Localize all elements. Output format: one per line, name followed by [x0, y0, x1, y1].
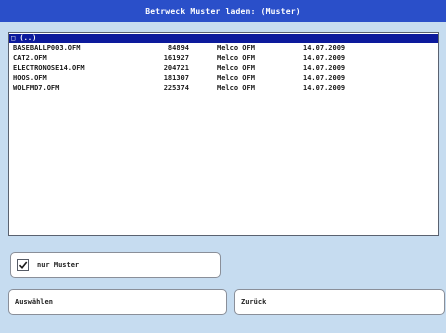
file-type: Melco OFM — [217, 64, 255, 72]
list-item[interactable]: CAT2.OFM 161927 Melco OFM 14.07.2009 — [9, 53, 438, 63]
file-name: ELECTRONOSE14.OFM — [13, 64, 85, 72]
checkmark-icon — [18, 261, 28, 270]
list-item[interactable]: WOLFMD7.OFM 225374 Melco OFM 14.07.2009 — [9, 83, 438, 93]
list-item[interactable]: HOOS.OFM 181307 Melco OFM 14.07.2009 — [9, 73, 438, 83]
only-pattern-label: nur Muster — [37, 261, 80, 269]
window-title: Betrweck Muster laden: (Muster) — [0, 0, 446, 22]
file-name: BASEBALLP003.OFM — [13, 44, 81, 52]
file-date: 14.07.2009 — [303, 84, 346, 92]
list-item[interactable]: ELECTRONOSE14.OFM 204721 Melco OFM 14.07… — [9, 63, 438, 73]
back-button[interactable]: Zurück — [234, 289, 445, 315]
back-button-label: Zurück — [241, 298, 267, 306]
file-type: Melco OFM — [217, 54, 255, 62]
file-name: WOLFMD7.OFM — [13, 84, 60, 92]
file-size: 204721 — [163, 64, 189, 72]
select-button-label: Auswählen — [15, 298, 53, 306]
file-type: Melco OFM — [217, 84, 255, 92]
checkbox[interactable] — [17, 259, 29, 271]
file-date: 14.07.2009 — [303, 74, 346, 82]
file-date: 14.07.2009 — [303, 54, 346, 62]
file-date: 14.07.2009 — [303, 44, 346, 52]
file-size: 225374 — [163, 84, 189, 92]
file-size: 181307 — [163, 74, 189, 82]
file-name: CAT2.OFM — [13, 54, 47, 62]
select-button[interactable]: Auswählen — [8, 289, 227, 315]
only-pattern-toggle[interactable]: nur Muster — [10, 252, 221, 278]
file-type: Melco OFM — [217, 44, 255, 52]
list-item[interactable]: BASEBALLP003.OFM 84894 Melco OFM 14.07.2… — [9, 43, 438, 53]
file-list[interactable]: □ (..) BASEBALLP003.OFM 84894 Melco OFM … — [8, 32, 439, 236]
file-size: 161927 — [163, 54, 189, 62]
file-date: 14.07.2009 — [303, 64, 346, 72]
file-size: 84894 — [167, 44, 189, 52]
parent-directory-item[interactable]: □ (..) — [9, 34, 438, 43]
file-name: HOOS.OFM — [13, 74, 47, 82]
file-type: Melco OFM — [217, 74, 255, 82]
